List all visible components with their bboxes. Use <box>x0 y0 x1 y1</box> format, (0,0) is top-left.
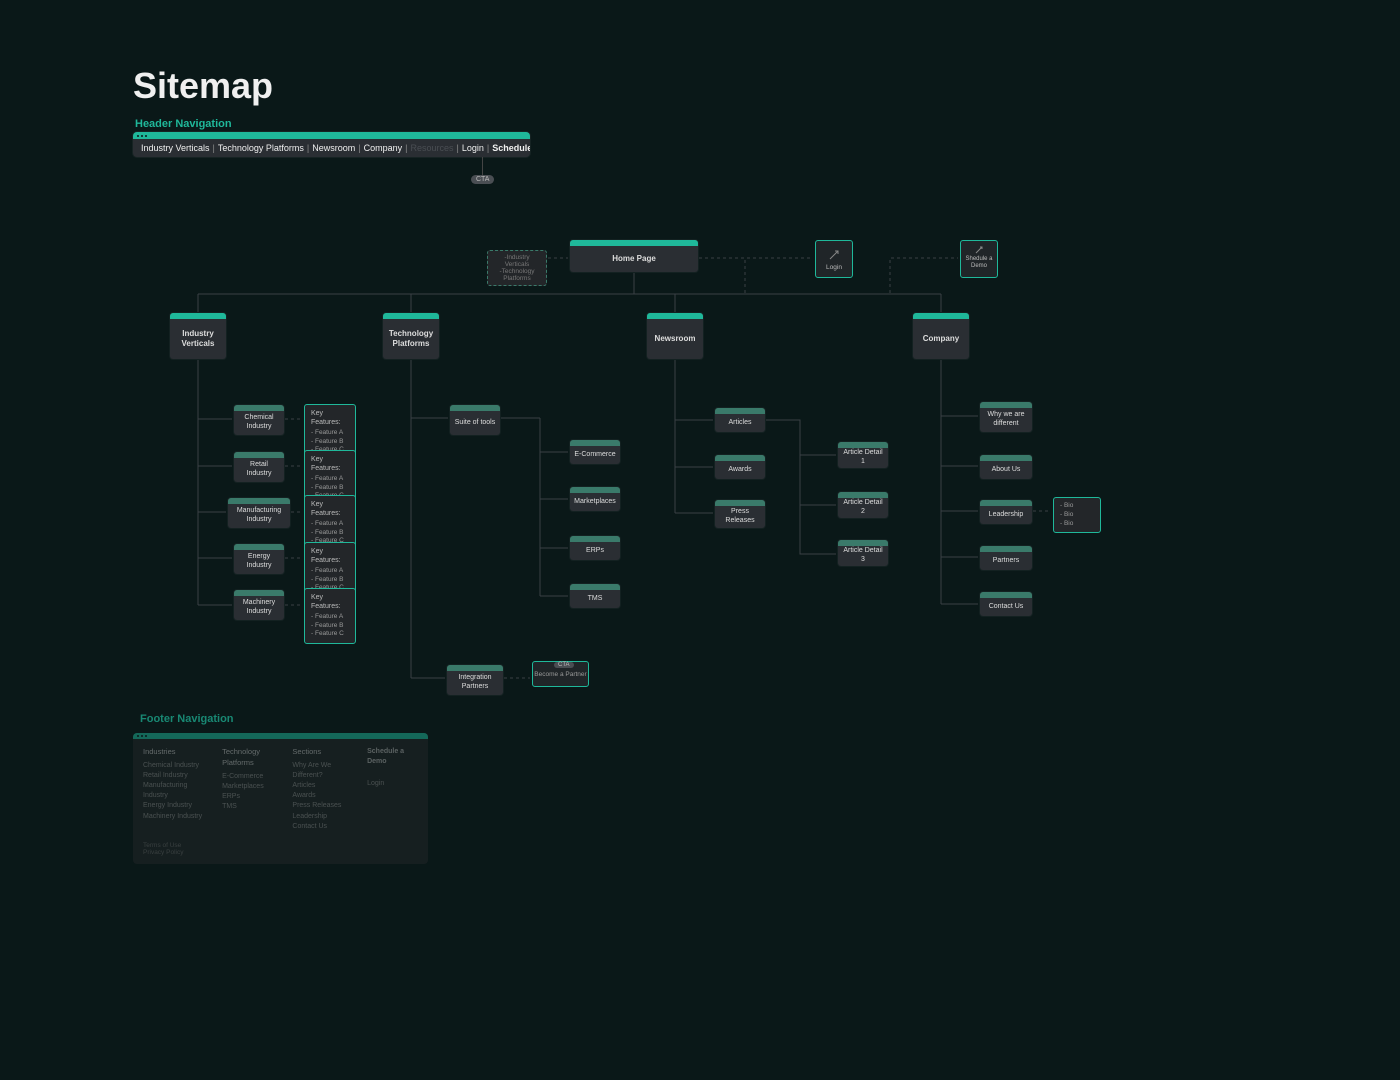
leadership-bios-box: - Bio- Bio- Bio <box>1053 497 1101 533</box>
leadership-node: Leadership <box>980 500 1032 524</box>
ecommerce-node: E-Commerce <box>570 440 620 464</box>
nav-cta: Schedule a Demo <box>492 143 530 153</box>
newsroom-node: Newsroom <box>647 313 703 359</box>
tms-node: TMS <box>570 584 620 608</box>
cta-mini-badge: CTA <box>554 662 574 668</box>
nav-item-muted: Resources <box>411 143 454 153</box>
schedule-demo-node: Shedule aDemo <box>960 240 998 278</box>
company-node: Company <box>913 313 969 359</box>
pencil-icon <box>828 249 840 261</box>
chemical-industry-node: Chemical Industry <box>234 405 284 435</box>
suite-of-tools-node: Suite of tools <box>450 405 500 435</box>
cta-badge: CTA <box>471 175 494 184</box>
dropdown-hint: -Industry Verticals -Technology Platform… <box>487 250 547 286</box>
article-detail-3-node: Article Detail 3 <box>838 540 888 566</box>
contact-us-node: Contact Us <box>980 592 1032 616</box>
about-us-node: About Us <box>980 455 1032 479</box>
why-different-node: Why we are different <box>980 402 1032 432</box>
nav-item: Industry Verticals <box>141 143 210 153</box>
nav-item: Technology Platforms <box>218 143 304 153</box>
connector-lines <box>0 0 1400 1080</box>
manufacturing-industry-node: Manufacturing Industry <box>228 498 290 528</box>
press-releases-node: Press Releases <box>715 500 765 528</box>
integration-partners-node: Integration Partners <box>447 665 503 695</box>
partners-node: Partners <box>980 546 1032 570</box>
home-page-node: Home Page <box>570 240 698 272</box>
erps-node: ERPs <box>570 536 620 560</box>
feature-box: Key Features:- Feature A- Feature B- Fea… <box>304 588 356 644</box>
pencil-icon <box>974 245 984 255</box>
technology-platforms-node: Technology Platforms <box>383 313 439 359</box>
page-title: Sitemap <box>133 65 273 107</box>
nav-item: Company <box>364 143 403 153</box>
window-dots-icon <box>133 132 530 139</box>
nav-item: Newsroom <box>312 143 355 153</box>
login-node: Login <box>815 240 853 278</box>
machinery-industry-node: Machinery Industry <box>234 590 284 620</box>
retail-industry-node: Retail Industry <box>234 452 284 482</box>
header-nav-label: Header Navigation <box>135 118 232 130</box>
nav-login: Login <box>462 143 484 153</box>
energy-industry-node: Energy Industry <box>234 544 284 574</box>
industry-verticals-node: Industry Verticals <box>170 313 226 359</box>
awards-node: Awards <box>715 455 765 479</box>
footer-nav-label: Footer Navigation <box>140 713 234 725</box>
article-detail-2-node: Article Detail 2 <box>838 492 888 518</box>
marketplaces-node: Marketplaces <box>570 487 620 511</box>
footer-navigation-preview: Industries Chemical IndustryRetail Indus… <box>133 733 428 864</box>
article-detail-1-node: Article Detail 1 <box>838 442 888 468</box>
header-navigation-preview: Industry Verticals| Technology Platforms… <box>133 132 530 157</box>
articles-node: Articles <box>715 408 765 432</box>
